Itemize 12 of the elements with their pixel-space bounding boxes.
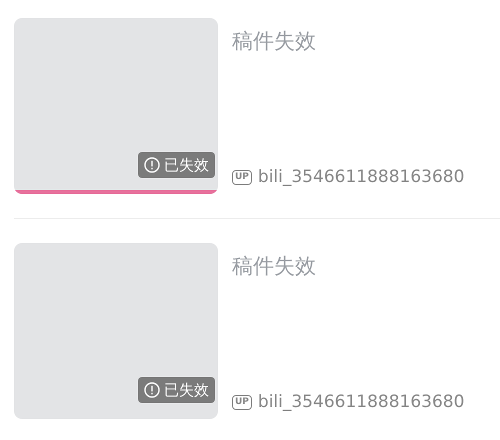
up-badge: UP: [232, 394, 252, 410]
video-title[interactable]: 稿件失效: [232, 28, 500, 54]
uploader-name[interactable]: bili_3546611888163680: [258, 391, 464, 413]
status-badge: 已失效: [138, 152, 215, 178]
status-badge: 已失效: [138, 377, 215, 403]
video-thumbnail[interactable]: 已失效: [14, 243, 218, 419]
exclamation-icon: [144, 382, 160, 398]
up-badge: UP: [232, 170, 252, 184]
exclamation-icon: [144, 157, 160, 173]
video-thumbnail[interactable]: 已失效: [14, 18, 218, 194]
uploader-name[interactable]: bili_3546611888163680: [258, 166, 464, 188]
video-title[interactable]: 稿件失效: [232, 253, 500, 279]
